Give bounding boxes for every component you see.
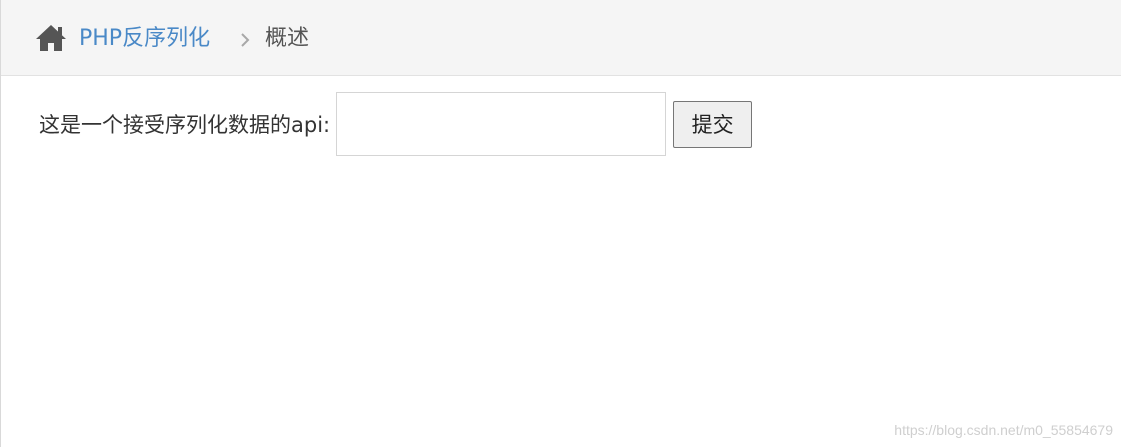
page-frame: PHP反序列化 概述 这是一个接受序列化数据的api: 提交 https://b… — [0, 0, 1121, 447]
form-label: 这是一个接受序列化数据的api: — [39, 113, 331, 137]
serialize-api-form: 这是一个接受序列化数据的api: 提交 — [39, 92, 753, 156]
serialized-data-input[interactable] — [336, 92, 667, 156]
breadcrumb: PHP反序列化 概述 — [1, 0, 1121, 76]
watermark: https://blog.csdn.net/m0_55854679 — [894, 422, 1113, 438]
chevron-right-icon — [237, 28, 253, 52]
breadcrumb-current: 概述 — [265, 26, 310, 51]
submit-button[interactable]: 提交 — [673, 100, 753, 148]
breadcrumb-link-php-unserialize[interactable]: PHP反序列化 — [79, 22, 210, 56]
home-link[interactable] — [34, 22, 68, 54]
home-icon — [36, 25, 66, 51]
